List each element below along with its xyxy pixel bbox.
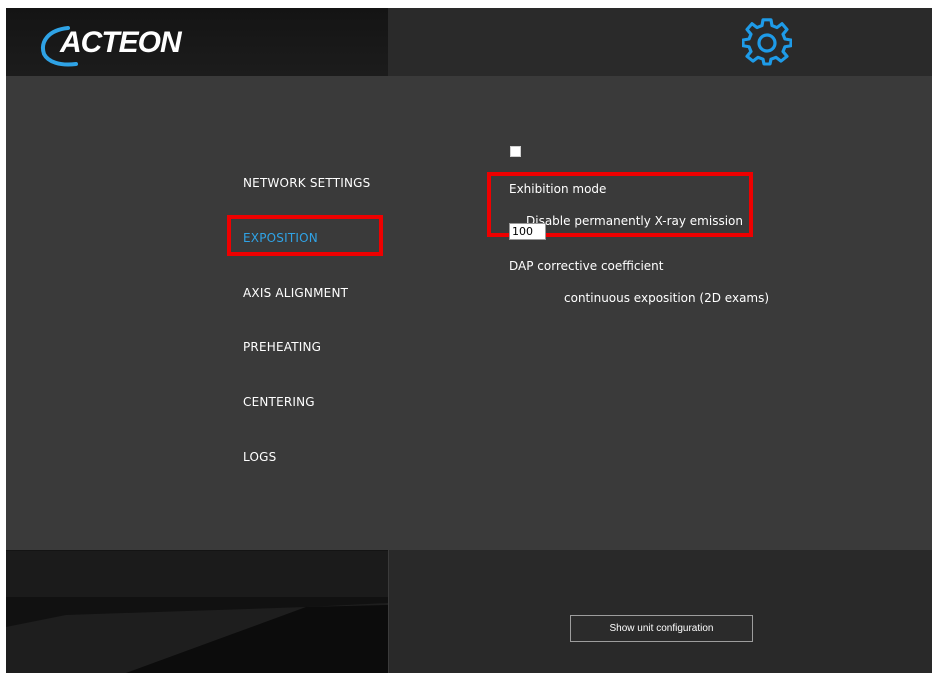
acteon-logo: ACTEON [38, 22, 188, 68]
dap-description: continuous exposition (2D exams) [564, 291, 770, 305]
header-logo-area: ACTEON [6, 8, 389, 76]
show-unit-configuration-button[interactable]: Show unit configuration [570, 615, 753, 642]
exhibition-mode-title: Exhibition mode [509, 182, 607, 196]
sidebar-item-logs[interactable]: LOGS [243, 450, 276, 464]
sidebar-item-preheating[interactable]: PREHEATING [243, 340, 321, 354]
settings-panel [6, 76, 932, 550]
app-window: ACTEON NETWORK SETTINGS EXPOSITION AXIS … [6, 8, 932, 673]
dap-coefficient-title: DAP corrective coefficient [509, 259, 664, 273]
footer-right [389, 550, 932, 673]
header-right [389, 8, 932, 76]
footer-decoration [6, 603, 388, 673]
disable-xray-checkbox[interactable] [510, 146, 521, 157]
logo-text: ACTEON [60, 26, 182, 59]
gear-icon[interactable] [742, 18, 792, 68]
sidebar-item-centering[interactable]: CENTERING [243, 395, 315, 409]
footer-left-top [6, 550, 388, 598]
sidebar-item-network-settings[interactable]: NETWORK SETTINGS [243, 176, 371, 190]
dap-coefficient-input[interactable] [509, 223, 546, 240]
footer-left-bottom [6, 597, 388, 673]
highlight-box-exposition [227, 215, 383, 256]
disable-xray-label[interactable]: Disable permanently X-ray emission [526, 214, 743, 228]
sidebar-item-axis-alignment[interactable]: AXIS ALIGNMENT [243, 286, 348, 300]
